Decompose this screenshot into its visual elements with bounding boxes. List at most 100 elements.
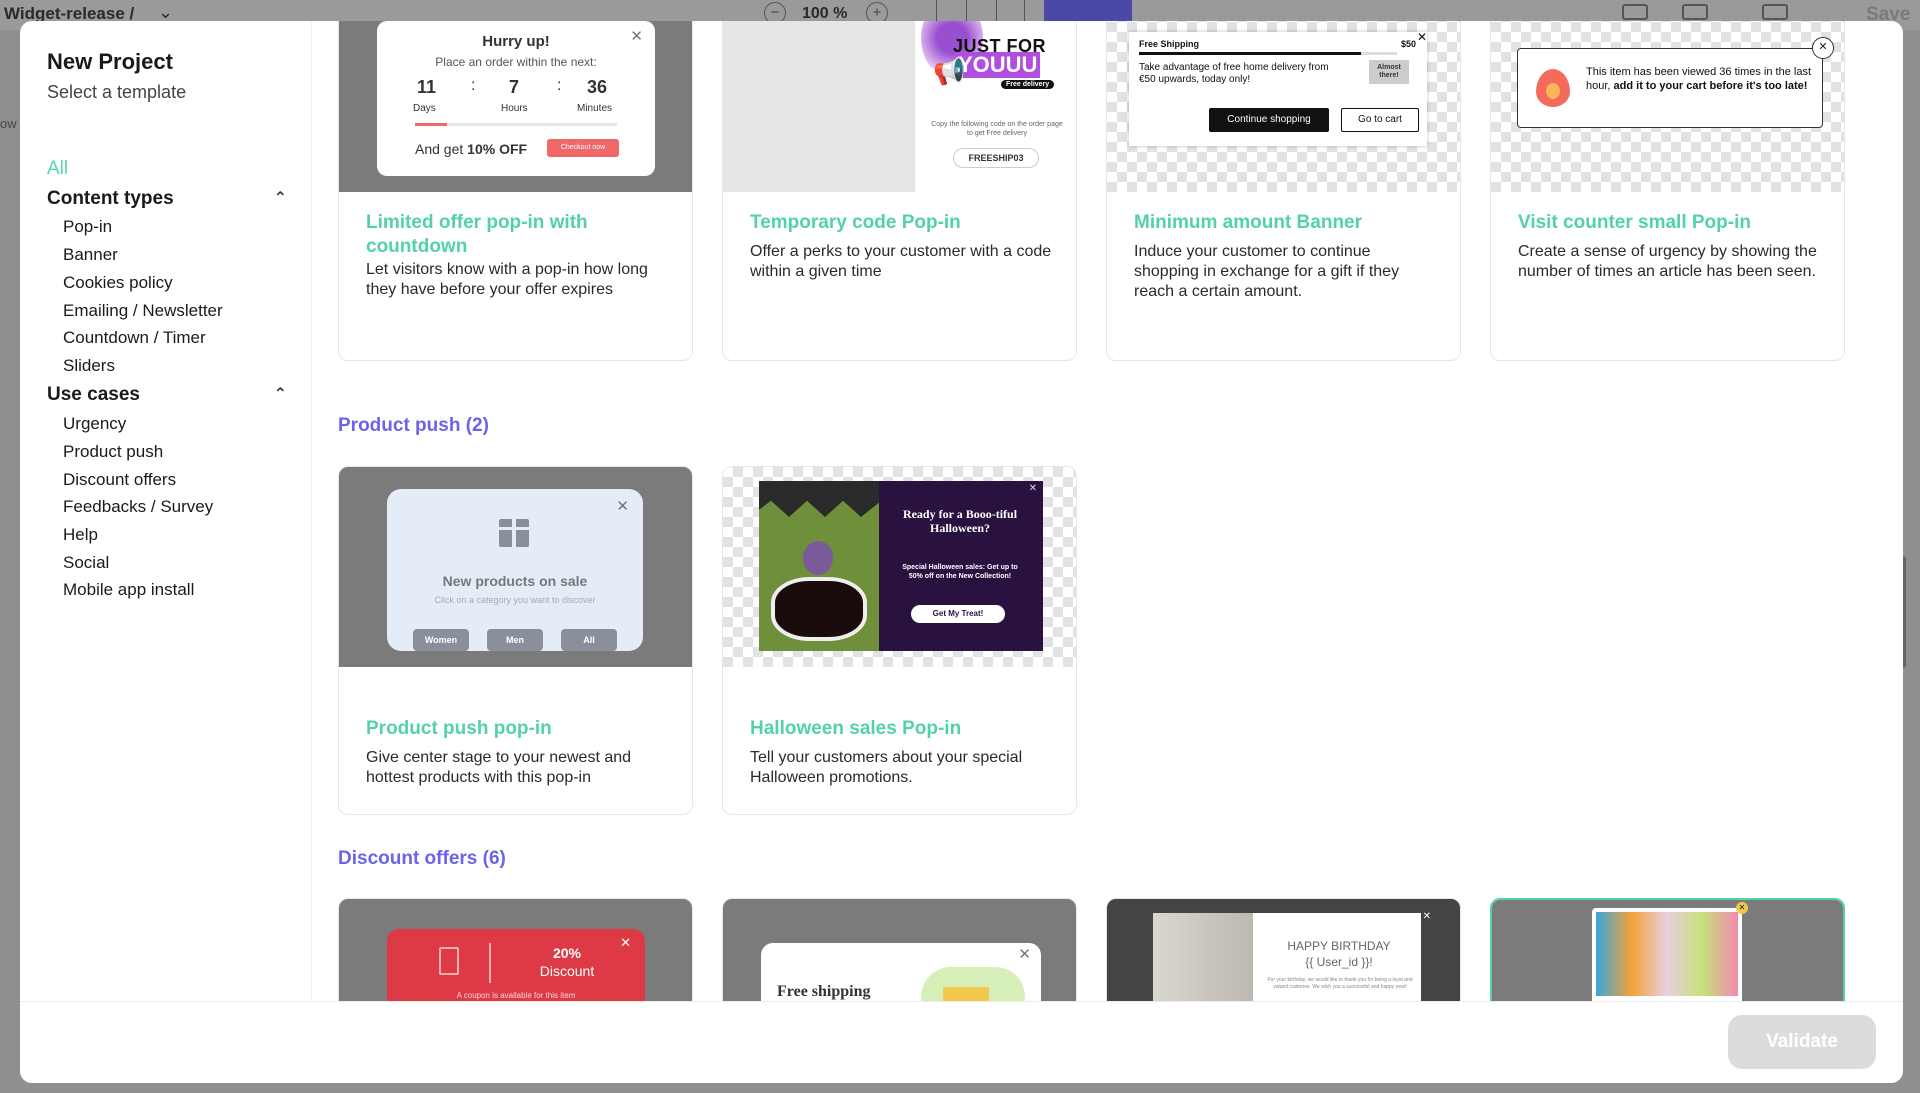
- template-card[interactable]: JUST FOR YOUUU Free delivery 📢 Copy the …: [722, 21, 1077, 361]
- template-thumbnail: ✕ Hurry up! Place an order within the ne…: [339, 21, 692, 192]
- filter-feedbacks-survey[interactable]: Feedbacks / Survey: [63, 497, 213, 517]
- filter-cookies-policy[interactable]: Cookies policy: [63, 273, 173, 293]
- visit-counter-preview: This item has been viewed 36 times in th…: [1517, 37, 1834, 128]
- undo-icon[interactable]: [1622, 4, 1648, 20]
- modal-subtitle: Select a template: [47, 82, 187, 102]
- template-thumbnail: ✕ New products on sale Click on a catego…: [339, 467, 692, 667]
- close-icon: ✕: [1018, 946, 1031, 963]
- filter-sliders[interactable]: Sliders: [63, 356, 115, 376]
- product-push-preview: ✕ New products on sale Click on a catego…: [387, 489, 643, 651]
- preview-sub: Special Halloween sales: Get up to 50% o…: [902, 564, 1018, 580]
- treat-cta-preview: Get My Treat!: [911, 605, 1005, 623]
- promo-line-2: YOUUU: [955, 52, 1041, 78]
- template-description: Induce your customer to continue shoppin…: [1134, 243, 1400, 300]
- hours-value: 7: [509, 77, 520, 97]
- progress-track: [1139, 52, 1397, 55]
- fire-core: [1546, 83, 1560, 99]
- progress-fill: [415, 123, 448, 126]
- birthday-preview: ✕ HAPPY BIRTHDAY {{ User_id }}! For your…: [1153, 911, 1431, 1001]
- progress-fill: [1139, 52, 1361, 55]
- template-card[interactable]: This item has been viewed 36 times in th…: [1490, 21, 1845, 361]
- preview-heading: Free shipping: [777, 983, 871, 1000]
- template-title: Halloween sales Pop-in: [750, 718, 962, 739]
- almost-there-badge: Almost there!: [1369, 60, 1409, 84]
- separator: :: [557, 77, 562, 94]
- filter-pop-in[interactable]: Pop-in: [63, 217, 112, 237]
- content-types-toggle[interactable]: Content types ⌃: [47, 188, 287, 210]
- gift-ribbon: [499, 527, 529, 530]
- filter-countdown-timer[interactable]: Countdown / Timer: [63, 328, 206, 348]
- filter-product-push[interactable]: Product push: [63, 442, 163, 462]
- halloween-preview: ✕ Ready for a Booo-tiful Halloween? Spec…: [759, 481, 1043, 651]
- template-card[interactable]: ✕ Ready for a Booo-tiful Halloween? Spec…: [722, 466, 1077, 815]
- ruler-line: [1024, 0, 1025, 22]
- copy-instruction: Copy the following code on the order pag…: [931, 121, 1063, 137]
- group-label: Content types: [47, 188, 174, 209]
- template-title: Product push pop-in: [366, 718, 552, 739]
- preview-heading: Ready for a Booo-tiful Halloween?: [902, 507, 1018, 535]
- coupon-icon: [439, 947, 459, 975]
- modal-footer: Validate: [20, 1001, 1903, 1083]
- template-gallery: ✕ Hurry up! Place an order within the ne…: [312, 21, 1903, 1001]
- hours-label: Hours: [501, 103, 528, 114]
- template-thumbnail: 20% Discount ✕ A coupon is available for…: [339, 899, 692, 1001]
- megaphone-icon: 📢: [933, 56, 966, 86]
- countdown-popup-preview: ✕ Hurry up! Place an order within the ne…: [377, 21, 655, 176]
- filter-discount-offers[interactable]: Discount offers: [63, 470, 176, 490]
- template-thumbnail: This item has been viewed 36 times in th…: [1491, 21, 1844, 192]
- free-shipping-preview: ✕ Free shipping: [761, 943, 1041, 1001]
- preview-user: {{ User_id }}!: [1305, 955, 1373, 969]
- all-preview-button: All: [561, 629, 617, 651]
- use-cases-toggle[interactable]: Use cases ⌃: [47, 384, 287, 406]
- chevron-up-icon[interactable]: ⌃: [274, 384, 287, 404]
- close-icon: ✕: [1736, 902, 1748, 914]
- template-description: Tell your customers about your special H…: [750, 749, 1023, 786]
- promo-code: FREESHIP03: [953, 148, 1039, 168]
- free-delivery-badge: Free delivery: [1001, 80, 1055, 89]
- template-card[interactable]: Free Shipping $50 ✕ Take advantage of fr…: [1106, 21, 1461, 361]
- filter-emailing-newsletter[interactable]: Emailing / Newsletter: [63, 301, 223, 321]
- new-project-modal: New Project Select a template All Conten…: [20, 21, 1903, 1083]
- discount-label: Discount: [539, 963, 595, 979]
- monster-nose: [803, 541, 833, 575]
- preview-heading: New products on sale: [442, 573, 588, 589]
- template-card[interactable]: ✕ Free shipping: [722, 898, 1077, 1001]
- section-title-product-push: Product push (2): [338, 415, 489, 436]
- section-title-discount-offers: Discount offers (6): [338, 848, 506, 869]
- chevron-up-icon[interactable]: ⌃: [274, 188, 287, 208]
- template-card[interactable]: ✕ Hurry up! Place an order within the ne…: [338, 21, 693, 361]
- filter-help[interactable]: Help: [63, 525, 98, 545]
- truck-illustration: [921, 967, 1025, 1001]
- template-thumbnail: JUST FOR YOUUU Free delivery 📢 Copy the …: [723, 21, 1076, 192]
- validate-button[interactable]: Validate: [1728, 1015, 1876, 1069]
- preview-heading: Hurry up!: [482, 33, 550, 50]
- filter-urgency[interactable]: Urgency: [63, 414, 126, 434]
- filter-social[interactable]: Social: [63, 553, 109, 573]
- filter-all[interactable]: All: [47, 158, 68, 180]
- filter-banner[interactable]: Banner: [63, 245, 118, 265]
- separator: :: [471, 77, 476, 94]
- free-shipping-label: Free Shipping: [1139, 39, 1200, 49]
- template-card[interactable]: ✕ New products on sale Click on a catego…: [338, 466, 693, 815]
- ruler-line: [996, 0, 997, 22]
- template-card[interactable]: ✕: [1490, 898, 1845, 1001]
- amount-label: $50: [1401, 39, 1417, 49]
- template-description: Create a sense of urgency by showing the…: [1518, 243, 1817, 280]
- ruler-line: [936, 0, 937, 22]
- template-card[interactable]: 20% Discount ✕ A coupon is available for…: [338, 898, 693, 1001]
- minutes-label: Minutes: [577, 103, 613, 114]
- group-label: Use cases: [47, 384, 140, 405]
- coupon-note: A coupon is available for this item: [456, 991, 576, 1000]
- men-preview-button: Men: [487, 629, 543, 651]
- go-to-cart-preview: Go to cart: [1341, 108, 1419, 132]
- template-thumbnail: ✕: [1492, 900, 1843, 1001]
- filter-mobile-app-install[interactable]: Mobile app install: [63, 580, 194, 600]
- template-card[interactable]: ✕ HAPPY BIRTHDAY {{ User_id }}! For your…: [1106, 898, 1461, 1001]
- preview-icon[interactable]: [1762, 4, 1788, 20]
- chevron-down-icon[interactable]: ⌄: [158, 2, 173, 23]
- days-label: Days: [413, 103, 436, 114]
- gift-icon: [499, 519, 529, 547]
- visit-counter-text: This item has been viewed 36 times in th…: [1586, 66, 1812, 92]
- checkout-cta-preview: Checkout now: [547, 139, 619, 157]
- redo-icon[interactable]: [1682, 4, 1708, 20]
